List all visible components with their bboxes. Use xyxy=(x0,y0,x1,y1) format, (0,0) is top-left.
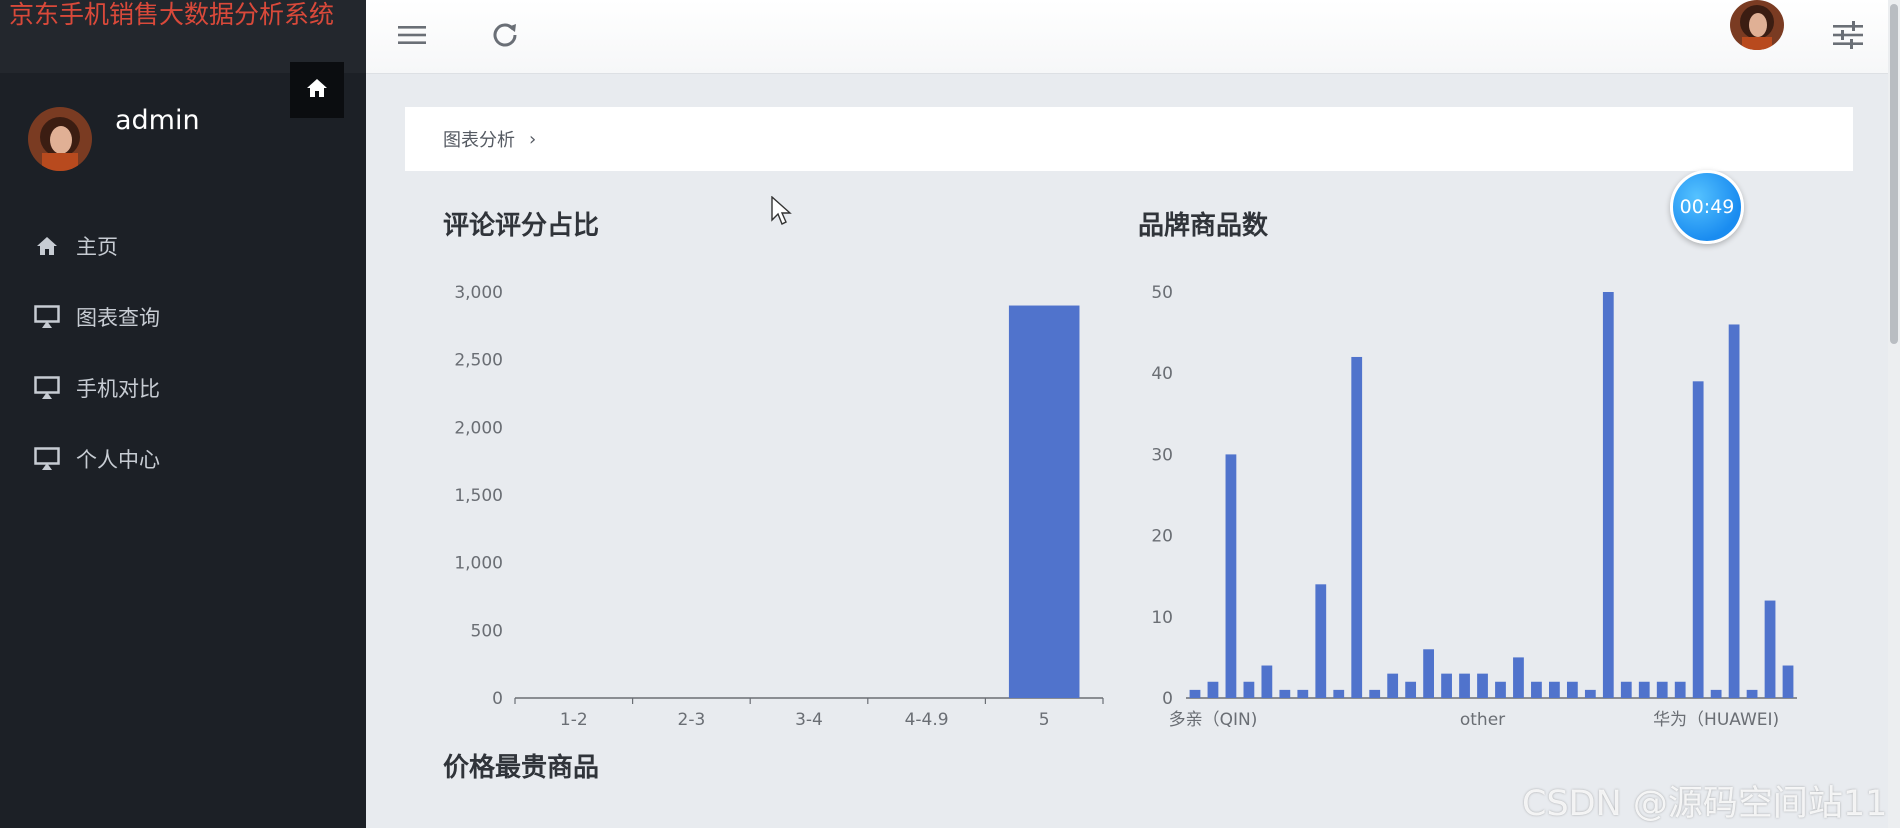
brand-bar xyxy=(1566,681,1578,698)
brand-bar xyxy=(1423,649,1434,698)
brand-bar xyxy=(1513,657,1524,698)
brand-bar xyxy=(1656,681,1668,698)
brand-bar xyxy=(1746,689,1758,698)
brand-bar xyxy=(1782,665,1794,698)
y-tick-label: 3,000 xyxy=(454,283,503,303)
brand-bar xyxy=(1459,673,1470,698)
brand-bar xyxy=(1549,681,1560,698)
brand-bar xyxy=(1243,681,1255,698)
x-tick-label: 4-4.9 xyxy=(905,710,949,730)
y-tick-label: 0 xyxy=(1162,689,1173,709)
y-tick-label: 40 xyxy=(1151,364,1173,384)
brand-bar xyxy=(1369,689,1381,698)
y-tick-label: 10 xyxy=(1151,608,1173,628)
y-tick-label: 50 xyxy=(1151,283,1173,303)
brand-bar xyxy=(1315,584,1327,698)
brand-bar xyxy=(1261,665,1273,698)
brand-bar xyxy=(1710,689,1722,698)
brand-bar xyxy=(1495,681,1506,698)
brand-bar xyxy=(1602,292,1614,698)
x-tick-label: other xyxy=(1460,710,1505,730)
brand-bar xyxy=(1351,356,1363,698)
y-tick-label: 500 xyxy=(471,621,503,641)
brand-bar xyxy=(1531,681,1542,698)
y-tick-label: 30 xyxy=(1151,445,1173,465)
brand-bar xyxy=(1477,673,1488,698)
brand-bar xyxy=(1387,673,1399,698)
brand-bar xyxy=(1279,689,1291,698)
brand-bar xyxy=(1620,681,1632,698)
x-tick-label: 2-3 xyxy=(678,710,706,730)
timer-badge[interactable]: 00:49 xyxy=(1670,170,1744,244)
brand-bar xyxy=(1638,681,1650,698)
y-tick-label: 2,500 xyxy=(454,351,503,371)
mouse-cursor-icon xyxy=(771,195,793,230)
brand-bar xyxy=(1728,324,1740,698)
watermark: CSDN @源码空间站11 xyxy=(1522,784,1888,824)
brand-bar xyxy=(1692,381,1704,698)
brand-bar xyxy=(1674,681,1686,698)
charts-canvas: 05001,0001,5002,0002,5003,0001-2 2-3 3-4 4-… xyxy=(454,283,1797,730)
x-tick-label: 多亲（QIN) xyxy=(1169,710,1258,730)
y-tick-label: 1,000 xyxy=(454,554,503,574)
brand-bar xyxy=(1441,673,1452,698)
brand-bar xyxy=(1189,689,1201,698)
scrollbar-thumb[interactable] xyxy=(1890,4,1898,344)
brand-bar xyxy=(1405,681,1417,698)
y-tick-label: 1,500 xyxy=(454,486,503,506)
app-root: 京东手机销售大数据分析系统 admin 主页 图表查询 手机对比 个人中心 图表… xyxy=(0,0,1900,828)
y-tick-label: 2,000 xyxy=(454,418,503,438)
y-tick-label: 0 xyxy=(492,689,503,709)
brand-bar xyxy=(1297,689,1309,698)
x-tick-label: 华为（HUAWEI) xyxy=(1653,710,1779,730)
x-tick-label: 1-2 xyxy=(560,710,588,730)
x-tick-label: 3-4 xyxy=(795,710,823,730)
brand-bar xyxy=(1207,681,1219,698)
brand-bar xyxy=(1333,689,1345,698)
y-tick-label: 20 xyxy=(1151,527,1173,547)
brand-bar xyxy=(1584,689,1596,698)
brand-bar xyxy=(1225,454,1237,698)
x-tick-label: 5 xyxy=(1039,710,1050,730)
brand-bar xyxy=(1764,600,1776,698)
bar-5 xyxy=(1008,305,1080,698)
